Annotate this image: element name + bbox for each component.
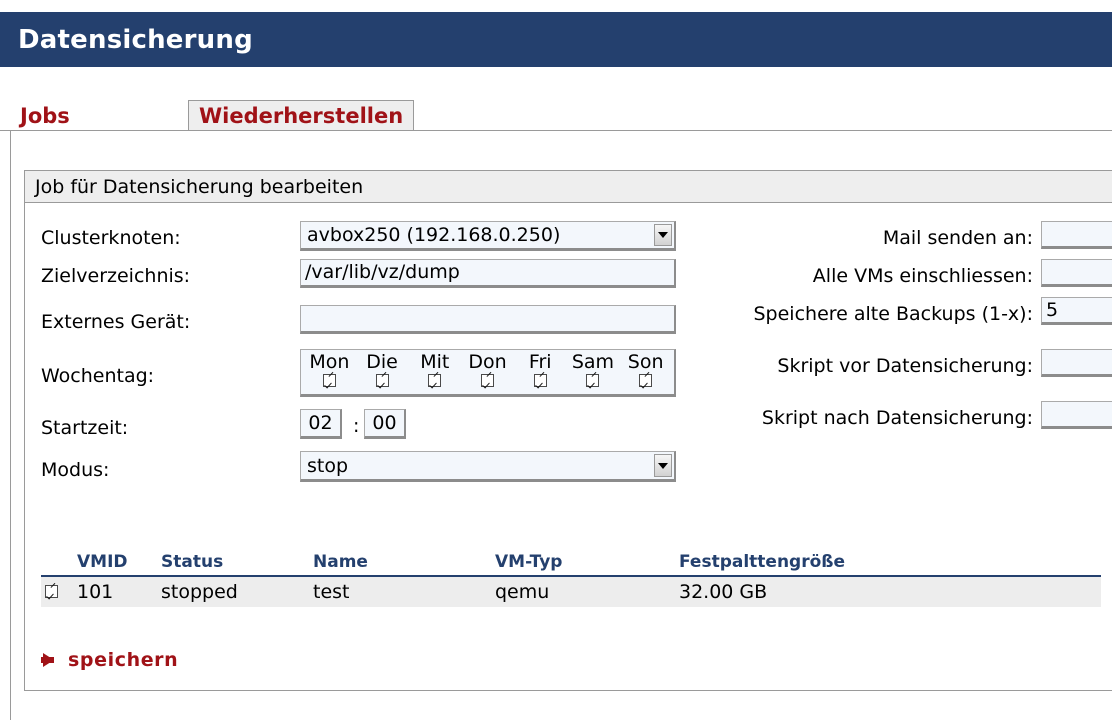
table-header-festplattengroesse: Festpalttengröße — [679, 552, 939, 572]
chevron-down-icon[interactable] — [654, 454, 672, 477]
weekday-sam-label: Sam — [572, 351, 614, 373]
table-header-vmtyp: VM-Typ — [495, 552, 679, 572]
weekday-die[interactable]: Die — [356, 350, 409, 394]
table-header-name: Name — [313, 552, 495, 572]
weekday-sam[interactable]: Sam — [567, 350, 620, 394]
label-skript-vor: Skript vor Datensicherung: — [665, 355, 1033, 377]
mail-senden-an-input[interactable] — [1041, 221, 1112, 249]
table-header-row: VMID Status Name VM-Typ Festpalttengröße — [41, 549, 1101, 577]
table-header-vmid: VMID — [77, 552, 161, 572]
weekday-don-checkbox[interactable] — [481, 374, 494, 387]
label-mail-senden-an: Mail senden an: — [665, 227, 1033, 249]
startzeit-hour-input[interactable]: 02 — [300, 409, 342, 439]
weekday-don[interactable]: Don — [461, 350, 514, 394]
weekday-die-label: Die — [366, 351, 398, 373]
weekday-mit-checkbox[interactable] — [428, 374, 441, 387]
table-header-status: Status — [161, 552, 313, 572]
skript-nach-input[interactable] — [1041, 401, 1112, 429]
speichere-alte-backups-input[interactable]: 5 — [1041, 297, 1112, 325]
weekday-son-checkbox[interactable] — [639, 374, 652, 387]
row-name: test — [313, 581, 495, 603]
modus-select[interactable]: stop — [300, 451, 676, 482]
tab-bar: Jobs Wiederherstellen — [0, 100, 1112, 131]
label-externes-geraet: Externes Gerät: — [41, 311, 190, 333]
label-startzeit: Startzeit: — [41, 417, 128, 439]
wochentag-group: Mon Die Mit Don Fri Sam — [300, 349, 676, 397]
weekday-fri[interactable]: Fri — [514, 350, 567, 394]
skript-vor-input[interactable] — [1041, 349, 1112, 377]
weekday-sam-checkbox[interactable] — [586, 374, 599, 387]
label-modus: Modus: — [41, 459, 109, 481]
weekday-mon-label: Mon — [309, 351, 349, 373]
externes-geraet-input[interactable] — [300, 305, 676, 334]
tab-wiederherstellen-label: Wiederherstellen — [199, 104, 403, 128]
startzeit-minute-input[interactable]: 00 — [364, 409, 406, 439]
clusterknoten-value: avbox250 (192.168.0.250) — [307, 224, 560, 246]
row-vmid: 101 — [77, 581, 161, 603]
tab-jobs[interactable]: Jobs — [10, 100, 80, 131]
backup-job-panel: Job für Datensicherung bearbeiten Cluste… — [24, 170, 1112, 691]
page-title: Datensicherung — [0, 25, 253, 55]
label-wochentag: Wochentag: — [41, 365, 154, 387]
label-zielverzeichnis: Zielverzeichnis: — [41, 265, 190, 287]
alle-vms-input[interactable] — [1041, 259, 1112, 287]
startzeit-hour-value: 02 — [308, 412, 332, 434]
vm-table: VMID Status Name VM-Typ Festpalttengröße… — [41, 549, 1101, 607]
row-vmtyp: qemu — [495, 581, 679, 603]
weekday-don-label: Don — [468, 351, 506, 373]
zielverzeichnis-input[interactable]: /var/lib/vz/dump — [300, 259, 676, 288]
weekday-son-label: Son — [628, 351, 664, 373]
weekday-die-checkbox[interactable] — [376, 374, 389, 387]
clusterknoten-select[interactable]: avbox250 (192.168.0.250) — [300, 221, 676, 251]
table-row[interactable]: 101 stopped test qemu 32.00 GB — [41, 577, 1101, 607]
label-clusterknoten: Clusterknoten: — [41, 227, 181, 249]
row-select-checkbox[interactable] — [45, 585, 58, 598]
save-button-label: speichern — [68, 649, 178, 671]
weekday-mon[interactable]: Mon — [303, 350, 356, 394]
startzeit-minute-value: 00 — [372, 412, 396, 434]
row-select-cell — [41, 581, 77, 603]
weekday-mon-checkbox[interactable] — [323, 374, 336, 387]
app-header: Datensicherung — [0, 12, 1112, 67]
save-button[interactable]: speichern — [43, 649, 178, 671]
weekday-fri-label: Fri — [529, 351, 552, 373]
label-alle-vms: Alle VMs einschliessen: — [665, 265, 1033, 287]
backup-job-form: Clusterknoten: Zielverzeichnis: Externes… — [25, 203, 1112, 533]
panel-title: Job für Datensicherung bearbeiten — [25, 171, 1112, 203]
label-speichere-alte-backups: Speichere alte Backups (1-x): — [665, 303, 1033, 325]
tab-jobs-label: Jobs — [20, 104, 70, 128]
startzeit-separator: : — [353, 415, 359, 437]
weekday-mit-label: Mit — [420, 351, 449, 373]
weekday-fri-checkbox[interactable] — [534, 374, 547, 387]
label-skript-nach: Skript nach Datensicherung: — [665, 407, 1033, 429]
tab-wiederherstellen[interactable]: Wiederherstellen — [188, 100, 414, 131]
modus-value: stop — [307, 455, 348, 477]
arrow-right-icon — [43, 653, 54, 667]
zielverzeichnis-value: /var/lib/vz/dump — [305, 263, 460, 282]
weekday-mit[interactable]: Mit — [408, 350, 461, 394]
speichere-alte-backups-value: 5 — [1046, 301, 1058, 320]
row-festplattengroesse: 32.00 GB — [679, 581, 939, 603]
row-status: stopped — [161, 581, 313, 603]
